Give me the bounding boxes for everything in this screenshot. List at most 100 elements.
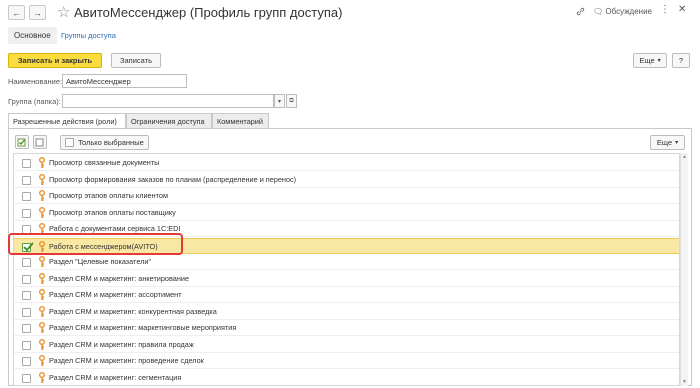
key-icon — [38, 173, 46, 186]
name-label: Наименование: — [8, 77, 63, 86]
group-field[interactable] — [62, 94, 274, 108]
arrow-right-icon: → — [33, 7, 42, 18]
role-row[interactable]: Раздел CRM и маркетинг: конкурентная раз… — [14, 304, 679, 320]
check-all-button[interactable] — [15, 135, 29, 149]
role-checkbox[interactable] — [22, 340, 31, 350]
role-checkbox[interactable] — [22, 192, 31, 201]
roles-more-button[interactable]: Еще ▾ — [650, 135, 685, 150]
key-icon — [38, 157, 46, 169]
key-icon — [38, 289, 46, 301]
chevron-down-icon: ▾ — [657, 58, 661, 64]
tab-access-restrictions[interactable]: Ограничения доступа — [126, 113, 212, 128]
role-label: Раздел CRM и маркетинг: правила продаж — [49, 339, 194, 349]
close-icon[interactable]: ✕ — [678, 4, 686, 15]
role-checkbox[interactable] — [22, 291, 31, 300]
role-label: Раздел CRM и маркетинг: анкетирование — [49, 273, 190, 283]
tab-access-groups-label: Группы доступа — [61, 31, 116, 40]
role-checkbox[interactable] — [22, 307, 31, 317]
role-row[interactable]: Просмотр этапов оплаты клиентом — [14, 188, 679, 204]
page-title: АвитоМессенджер (Профиль групп доступа) — [74, 5, 343, 20]
arrow-left-icon: ← — [12, 7, 21, 18]
key-icon — [38, 305, 46, 318]
roles-scrollbar[interactable]: ▲ ▼ — [680, 153, 688, 386]
favorite-star-icon[interactable]: ☆ — [57, 3, 70, 21]
save-and-close-label: Записать и закрыть — [17, 56, 93, 65]
role-label: Раздел CRM и маркетинг: проведение сдело… — [49, 356, 204, 365]
role-checkbox[interactable] — [22, 373, 31, 383]
key-icon — [38, 355, 46, 367]
tab-comment[interactable]: Комментарий — [212, 113, 269, 128]
back-button[interactable]: ← — [8, 5, 25, 20]
role-label: Просмотр этапов оплаты поставщику — [49, 207, 176, 217]
forward-button[interactable]: → — [29, 5, 46, 20]
role-row[interactable]: Раздел CRM и маркетинг: анкетирование — [14, 271, 679, 287]
role-label: Раздел CRM и маркетинг: конкурентная раз… — [49, 306, 217, 316]
save-and-close-button[interactable]: Записать и закрыть — [8, 53, 102, 68]
role-row[interactable]: Просмотр связанные документы — [14, 155, 679, 171]
roles-list: Просмотр связанные документы Просмотр фор… — [13, 153, 680, 386]
role-label: Просмотр связанные документы — [49, 158, 160, 167]
tab-access-groups[interactable]: Группы доступа — [61, 31, 116, 40]
role-label: Раздел CRM и маркетинг: ассортимент — [49, 290, 182, 299]
save-button[interactable]: Записать — [111, 53, 161, 68]
chevron-down-icon: ▾ — [277, 98, 281, 105]
key-icon — [38, 272, 46, 285]
role-row[interactable]: Раздел CRM и маркетинг: маркетинговые ме… — [14, 320, 679, 336]
role-checkbox[interactable] — [22, 357, 31, 366]
scroll-down-icon[interactable]: ▼ — [682, 379, 687, 385]
role-row[interactable]: Раздел CRM и маркетинг: проведение сдело… — [14, 353, 679, 369]
tab-main[interactable]: Основное — [8, 27, 57, 44]
discussion-label: Обсуждение — [605, 7, 652, 16]
role-label: Раздел CRM и маркетинг: маркетинговые ме… — [49, 323, 237, 332]
name-field[interactable]: АвитоМессенджер — [62, 74, 187, 88]
open-icon: ⧉ — [289, 97, 294, 104]
uncheck-all-icon — [35, 138, 44, 147]
tab-allowed-actions[interactable]: Разрешенные действия (роли) — [8, 113, 126, 129]
group-dropdown-button[interactable]: ▾ — [274, 94, 285, 108]
only-selected-label: Только выбранные — [78, 138, 144, 147]
tab-comment-label: Комментарий — [217, 117, 263, 126]
only-selected-checkbox[interactable] — [65, 138, 74, 147]
tab-access-restrictions-label: Ограничения доступа — [131, 117, 205, 126]
scroll-up-icon[interactable]: ▲ — [682, 154, 687, 160]
tab-main-label: Основное — [14, 31, 51, 40]
highlight-box — [8, 233, 183, 255]
role-row[interactable]: Раздел "Целевые показатели" — [14, 254, 679, 270]
role-row[interactable]: Раздел CRM и маркетинг: правила продаж — [14, 337, 679, 353]
role-row[interactable]: Просмотр формирования заказов по планам … — [14, 172, 679, 188]
only-selected-toggle[interactable]: Только выбранные — [60, 135, 149, 150]
role-checkbox[interactable] — [22, 324, 31, 333]
chevron-down-icon: ▾ — [675, 140, 679, 146]
check-all-icon — [17, 138, 26, 147]
link-icon[interactable] — [576, 7, 585, 18]
role-row[interactable]: Раздел CRM и маркетинг: сегментация — [14, 370, 679, 385]
group-label: Группа (папка): — [8, 97, 61, 106]
more-menu-button[interactable]: Еще ▾ — [633, 53, 667, 68]
more-icon[interactable]: ⋮ — [660, 4, 670, 15]
discussion-button[interactable]: 🗨 Обсуждение — [593, 7, 652, 16]
role-checkbox[interactable] — [22, 274, 31, 284]
role-checkbox[interactable] — [22, 159, 31, 168]
role-row[interactable]: Просмотр этапов оплаты поставщику — [14, 205, 679, 221]
role-checkbox[interactable] — [22, 208, 31, 218]
group-open-button[interactable]: ⧉ — [286, 94, 297, 108]
role-label: Работа с документами сервиса 1С:EDI — [49, 224, 181, 233]
role-checkbox[interactable] — [22, 175, 31, 185]
help-icon: ? — [678, 56, 684, 65]
role-row[interactable]: Раздел CRM и маркетинг: ассортимент — [14, 287, 679, 303]
key-icon — [38, 338, 46, 351]
role-label: Раздел CRM и маркетинг: сегментация — [49, 372, 182, 382]
help-button[interactable]: ? — [672, 53, 690, 68]
key-icon — [38, 206, 46, 219]
save-label: Записать — [119, 56, 153, 65]
discussion-icon: 🗨 — [593, 7, 604, 16]
role-label: Просмотр формирования заказов по планам … — [49, 174, 297, 184]
key-icon — [38, 190, 46, 202]
key-icon — [38, 322, 46, 334]
key-icon — [38, 371, 46, 384]
key-icon — [38, 256, 46, 268]
role-label: Раздел "Целевые показатели" — [49, 257, 152, 266]
role-checkbox[interactable] — [22, 258, 31, 267]
roles-more-label: Еще — [656, 138, 673, 147]
uncheck-all-button[interactable] — [33, 135, 47, 149]
